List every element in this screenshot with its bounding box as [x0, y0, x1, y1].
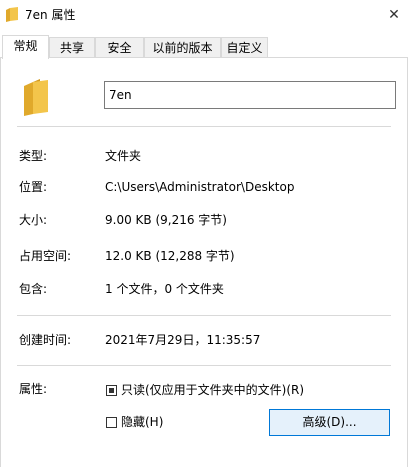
created-value: 2021年7月29日，11:35:57 — [105, 333, 261, 347]
type-label: 类型: — [19, 149, 48, 163]
close-icon: ✕ — [388, 7, 400, 23]
tab-security[interactable]: 安全 — [95, 37, 144, 57]
tab-sharing[interactable]: 共享 — [49, 37, 95, 57]
close-button[interactable]: ✕ — [379, 0, 409, 30]
separator — [17, 126, 391, 127]
window-title: 7en 属性 — [25, 8, 76, 22]
size-value: 9.00 KB (9,216 字节) — [105, 213, 227, 227]
contains-label: 包含: — [19, 282, 48, 296]
readonly-label[interactable]: 只读(仅应用于文件夹中的文件)(R) — [121, 382, 304, 398]
size-label: 大小: — [19, 213, 48, 227]
hidden-checkbox[interactable] — [106, 417, 117, 428]
separator — [17, 315, 391, 316]
location-value: C:\Users\Administrator\Desktop — [105, 180, 295, 194]
tab-customize[interactable]: 自定义 — [221, 37, 268, 57]
created-label: 创建时间: — [19, 333, 72, 347]
type-value: 文件夹 — [105, 149, 142, 163]
tab-previous-versions[interactable]: 以前的版本 — [144, 37, 221, 57]
folder-name-input[interactable]: 7en — [104, 81, 396, 109]
tab-strip: 常规 共享 安全 以前的版本 自定义 — [0, 35, 409, 59]
title-bar: 7en 属性 ✕ — [0, 0, 409, 30]
separator — [17, 365, 391, 366]
size-on-disk-label: 占用空间: — [19, 249, 72, 263]
readonly-checkbox[interactable] — [106, 385, 117, 396]
hidden-label[interactable]: 隐藏(H) — [121, 414, 163, 430]
folder-icon — [24, 79, 48, 116]
size-on-disk-value: 12.0 KB (12,288 字节) — [105, 249, 235, 263]
location-label: 位置: — [19, 180, 48, 194]
folder-icon — [6, 7, 18, 22]
tab-general[interactable]: 常规 — [2, 35, 49, 59]
attributes-label: 属性: — [19, 382, 48, 396]
contains-value: 1 个文件，0 个文件夹 — [105, 282, 224, 296]
advanced-button[interactable]: 高级(D)... — [269, 409, 390, 436]
